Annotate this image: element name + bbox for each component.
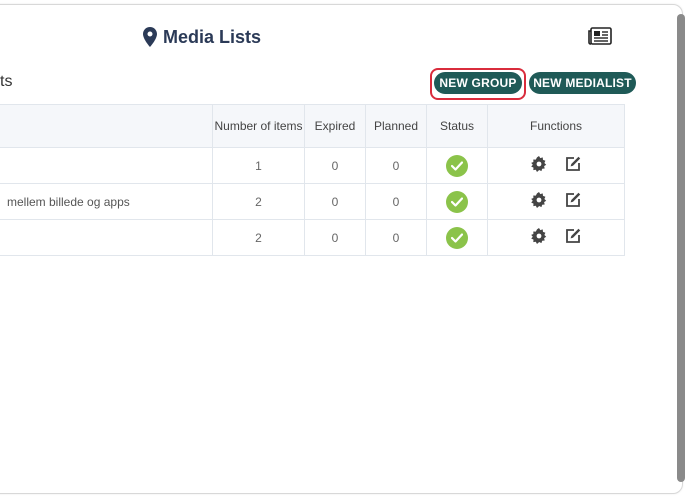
table-row[interactable]: 1 0 0 (0, 147, 625, 184)
section-title: ts (0, 73, 13, 90)
new-group-button[interactable]: NEW GROUP (434, 72, 522, 94)
row-status (426, 147, 488, 184)
row-name[interactable] (0, 219, 213, 256)
newspaper-icon[interactable] (588, 27, 612, 45)
header-name (0, 104, 213, 148)
row-expired: 0 (304, 147, 366, 184)
row-expired: 0 (304, 183, 366, 220)
gear-icon[interactable] (531, 192, 547, 208)
edit-icon[interactable] (565, 156, 581, 172)
row-functions (487, 219, 625, 256)
row-items: 2 (212, 219, 305, 256)
header-expired: Expired (304, 104, 366, 148)
row-planned: 0 (365, 219, 427, 256)
header-functions: Functions (487, 104, 625, 148)
map-marker-icon (143, 27, 157, 47)
row-expired: 0 (304, 219, 366, 256)
check-circle-icon (446, 190, 468, 213)
header-items: Number of items (212, 104, 305, 148)
table-row[interactable]: 2 0 0 (0, 219, 625, 256)
new-medialist-button[interactable]: NEW MEDIALIST (529, 72, 636, 94)
page-title-text: Media Lists (163, 26, 262, 47)
row-name[interactable] (0, 147, 213, 184)
table-header-row: Number of items Expired Planned Status F… (0, 104, 625, 148)
gear-icon[interactable] (531, 156, 547, 172)
gear-icon[interactable] (531, 228, 547, 244)
table-row[interactable]: mellem billede og apps 2 0 0 (0, 183, 625, 220)
edit-icon[interactable] (565, 228, 581, 244)
row-status (426, 183, 488, 220)
row-items: 1 (212, 147, 305, 184)
row-functions (487, 183, 625, 220)
row-status (426, 219, 488, 256)
row-name[interactable]: mellem billede og apps (0, 183, 213, 220)
check-circle-icon (446, 226, 468, 249)
vertical-scrollbar[interactable] (677, 14, 685, 482)
edit-icon[interactable] (565, 192, 581, 208)
row-functions (487, 147, 625, 184)
page-title: Media Lists (143, 25, 261, 49)
check-circle-icon (446, 154, 468, 177)
header-planned: Planned (365, 104, 427, 148)
row-planned: 0 (365, 183, 427, 220)
row-items: 2 (212, 183, 305, 220)
media-lists-table: Number of items Expired Planned Status F… (0, 104, 625, 256)
row-planned: 0 (365, 147, 427, 184)
header-status: Status (426, 104, 488, 148)
